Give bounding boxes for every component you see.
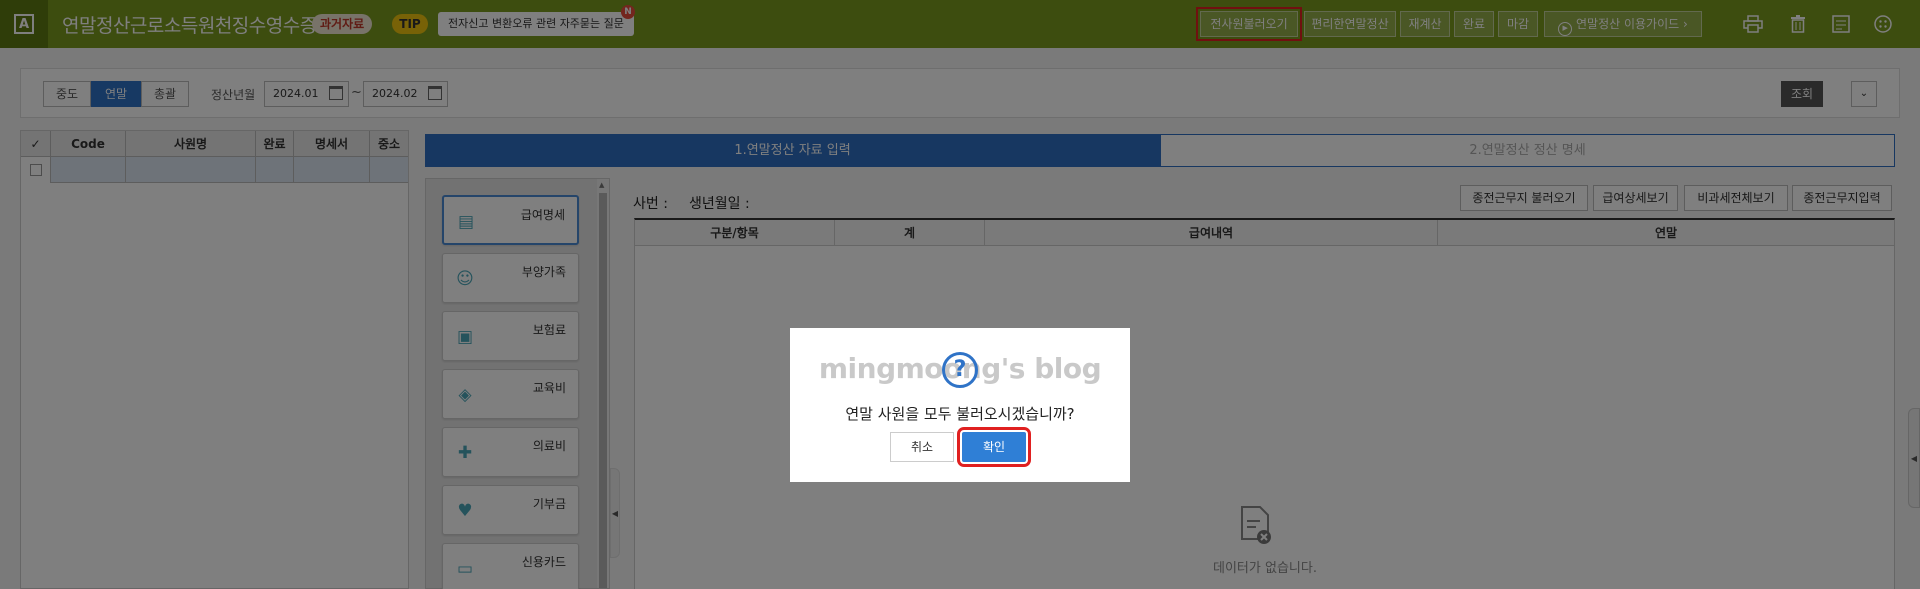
confirm-dialog: mingmoong's blog ? 연말 사원을 모두 불러오시겠습니까? 취… — [790, 328, 1130, 482]
confirm-button[interactable]: 확인 — [957, 427, 1031, 467]
dialog-message: 연말 사원을 모두 불러오시겠습니까? — [845, 405, 1075, 423]
cancel-button[interactable]: 취소 — [890, 432, 954, 462]
question-icon: ? — [942, 352, 978, 388]
modal-overlay — [0, 0, 1920, 589]
